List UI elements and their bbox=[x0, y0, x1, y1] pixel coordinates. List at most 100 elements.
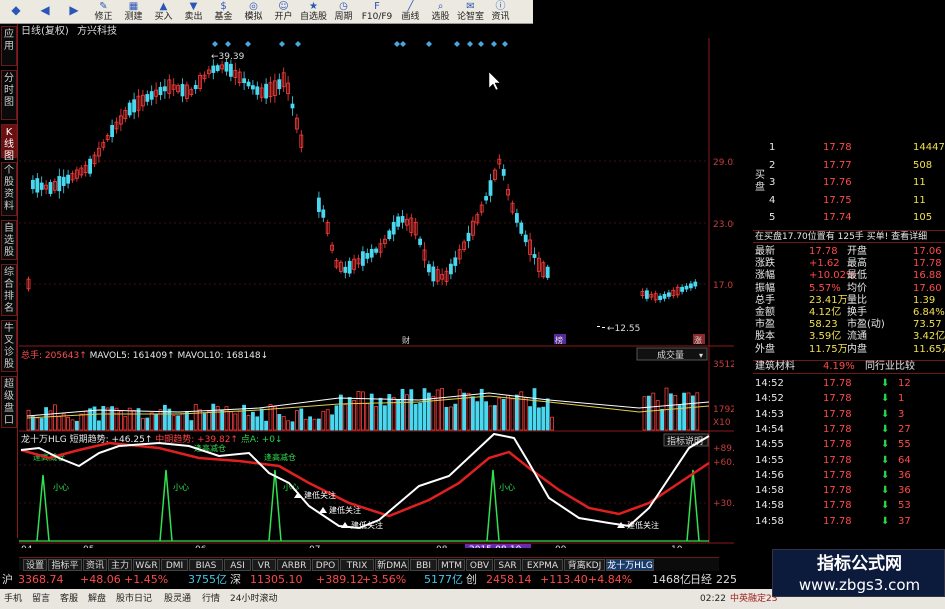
volume-bar bbox=[132, 410, 136, 431]
toolbar-button-build[interactable]: ▦ 测建 bbox=[119, 0, 148, 24]
left-tab-0[interactable]: 应用 bbox=[1, 26, 17, 66]
orderbook-volume: 508 bbox=[913, 159, 933, 171]
toolbar-button-edit[interactable]: ✎ 修正 bbox=[89, 0, 118, 24]
indicator-tab[interactable]: 龙十万HLG bbox=[606, 559, 654, 571]
toolbar-button-news[interactable]: ⓘ 资讯 bbox=[486, 0, 515, 24]
status-link[interactable]: 手机 bbox=[4, 589, 22, 609]
candle-body bbox=[448, 263, 453, 275]
toolbar-button-fund[interactable]: $ 基金 bbox=[209, 0, 238, 24]
stat-key: 最低 bbox=[847, 270, 867, 282]
notice-row[interactable]: 在买盘17.70位置有 125手 买单! 查看详细 bbox=[753, 230, 945, 243]
indicator-tab[interactable]: EXPMA bbox=[522, 559, 563, 571]
toolbar-button-forum[interactable]: ✉ 论智室 bbox=[456, 0, 485, 24]
candle-body bbox=[347, 260, 352, 274]
left-tab-1[interactable]: 分时图 bbox=[1, 70, 17, 120]
status-link[interactable]: 客服 bbox=[60, 589, 78, 609]
toolbar-button-back[interactable]: ◀ bbox=[31, 0, 59, 24]
status-link[interactable]: 解盘 bbox=[88, 589, 106, 609]
toolbar-button-app[interactable]: ◆ bbox=[2, 0, 30, 24]
volume-bar bbox=[532, 388, 537, 431]
toolbar-button-simulate[interactable]: ◎ 模拟 bbox=[239, 0, 268, 24]
indicator-tab[interactable]: 资讯 bbox=[83, 559, 107, 571]
indicator-tab[interactable]: W&R bbox=[133, 559, 160, 571]
toolbar-label: 卖出 bbox=[184, 12, 203, 22]
sector-compare-link[interactable]: 同行业比较 bbox=[865, 361, 915, 373]
status-link[interactable]: 留言 bbox=[32, 589, 50, 609]
toolbar-button-stock-screen[interactable]: ⌕ 选股 bbox=[426, 0, 455, 24]
indicator-tab[interactable]: ASI bbox=[224, 559, 251, 571]
indicator-tab[interactable]: TRIX bbox=[340, 559, 374, 571]
indicator-tab[interactable]: 背离KDJ bbox=[564, 559, 605, 571]
toolbar-button-watchlist[interactable]: ★ 自选股 bbox=[299, 0, 328, 24]
indicator-tab[interactable]: SAR bbox=[494, 559, 521, 571]
indicator-tab[interactable]: VR bbox=[252, 559, 276, 571]
indicator-tab[interactable]: 主力 bbox=[108, 559, 132, 571]
signal-diamond bbox=[478, 41, 484, 47]
candle-body bbox=[532, 254, 537, 258]
orderbook-volume: 11 bbox=[913, 194, 926, 206]
indicator-tab[interactable]: DPO bbox=[312, 559, 339, 571]
chart-period[interactable]: 日线(复权) bbox=[21, 26, 69, 37]
left-tab-5[interactable]: 综合排名 bbox=[1, 264, 17, 316]
toolbar-button-buy[interactable]: ▲ 买入 bbox=[149, 0, 178, 24]
volume-bar bbox=[35, 417, 40, 431]
status-link[interactable]: 股灵通 bbox=[164, 589, 191, 609]
tick-price: 17.78 bbox=[823, 393, 852, 405]
indicator-tab[interactable]: OBV bbox=[466, 559, 493, 571]
candle-body bbox=[602, 327, 605, 328]
status-link[interactable]: 行情 bbox=[202, 589, 220, 609]
left-tabs: 应用分时图 K线图 个股资料自选股综合排名牛叉诊股超级盘口 bbox=[0, 24, 18, 538]
toolbar-label: 选股 bbox=[431, 12, 450, 22]
stat-key: 金额 bbox=[755, 307, 775, 318]
signal-diamond bbox=[454, 41, 460, 47]
volume-bar bbox=[501, 398, 506, 431]
volume-bar bbox=[655, 400, 660, 431]
volume-bar bbox=[176, 415, 181, 431]
left-tab-7[interactable]: 超级盘口 bbox=[1, 376, 17, 428]
price-axis-label: 29.02 bbox=[713, 158, 734, 168]
volume-bar bbox=[255, 416, 260, 431]
warning-triangle-icon bbox=[294, 492, 302, 498]
status-link[interactable]: 股市日记 bbox=[116, 589, 152, 609]
high-label: ←39.39 bbox=[211, 52, 245, 62]
warning-triangle-icon bbox=[319, 507, 327, 513]
toolbar-button-period[interactable]: ◷ 周期 bbox=[329, 0, 358, 24]
volume-bar bbox=[30, 416, 35, 431]
toolbar-label: 修正 bbox=[94, 12, 113, 22]
marker-bang[interactable]: 榜 bbox=[555, 335, 563, 345]
indicator-tab[interactable]: MTM bbox=[438, 559, 465, 571]
index-change: +113.40 bbox=[540, 573, 588, 586]
marker-cai[interactable]: 财 bbox=[402, 335, 410, 345]
signal-tag: 小心 bbox=[53, 483, 69, 492]
toolbar-button-sell[interactable]: ▼ 卖出 bbox=[179, 0, 208, 24]
stat-value: 11.65万 bbox=[913, 343, 945, 355]
indicator-tab[interactable]: ARBR bbox=[277, 559, 311, 571]
candle-body bbox=[242, 78, 247, 84]
status-link[interactable]: 24小时滚动 bbox=[230, 589, 277, 609]
kline-chart[interactable]: 29.02 23.00 17.07 ←39.39 ←12.55 财 榜 涨总手: 205643… bbox=[19, 38, 734, 548]
toolbar-button-f10[interactable]: F F10/F9 bbox=[359, 0, 395, 24]
left-tab-4[interactable]: 自选股 bbox=[1, 220, 17, 260]
volume-bar bbox=[114, 407, 119, 431]
toolbar-button-open-account[interactable]: ☺ 开户 bbox=[269, 0, 298, 24]
orderbook-level: 1 bbox=[769, 142, 776, 153]
indicator-tab[interactable]: BIAS bbox=[189, 559, 223, 571]
left-tab-2[interactable]: K线图 bbox=[1, 124, 17, 162]
indicator-tab[interactable]: 设置 bbox=[23, 559, 47, 571]
left-tab-6[interactable]: 牛叉诊股 bbox=[1, 320, 17, 372]
left-tab-3[interactable]: 个股资料 bbox=[1, 162, 17, 216]
tick-volume: 12 bbox=[898, 378, 911, 389]
orderbook-row: 5 17.74 105 bbox=[753, 212, 945, 224]
toolbar-button-forward[interactable]: ▶ bbox=[60, 0, 88, 24]
indicator-tab[interactable]: 新DMA bbox=[375, 559, 409, 571]
volume-bar bbox=[400, 388, 405, 431]
index-pct: +4.84% bbox=[588, 573, 633, 586]
marker-zhang[interactable]: 涨 bbox=[694, 335, 702, 345]
indicator-tab[interactable]: 指标平台 bbox=[48, 559, 82, 583]
toolbar-button-draw-line[interactable]: ╱ 画线 bbox=[396, 0, 425, 24]
indicator-tab[interactable]: BBI bbox=[410, 559, 437, 571]
candle-body bbox=[391, 221, 396, 235]
volume-bar bbox=[303, 418, 308, 431]
candle-body bbox=[61, 176, 66, 186]
indicator-tab[interactable]: DMI bbox=[161, 559, 188, 571]
